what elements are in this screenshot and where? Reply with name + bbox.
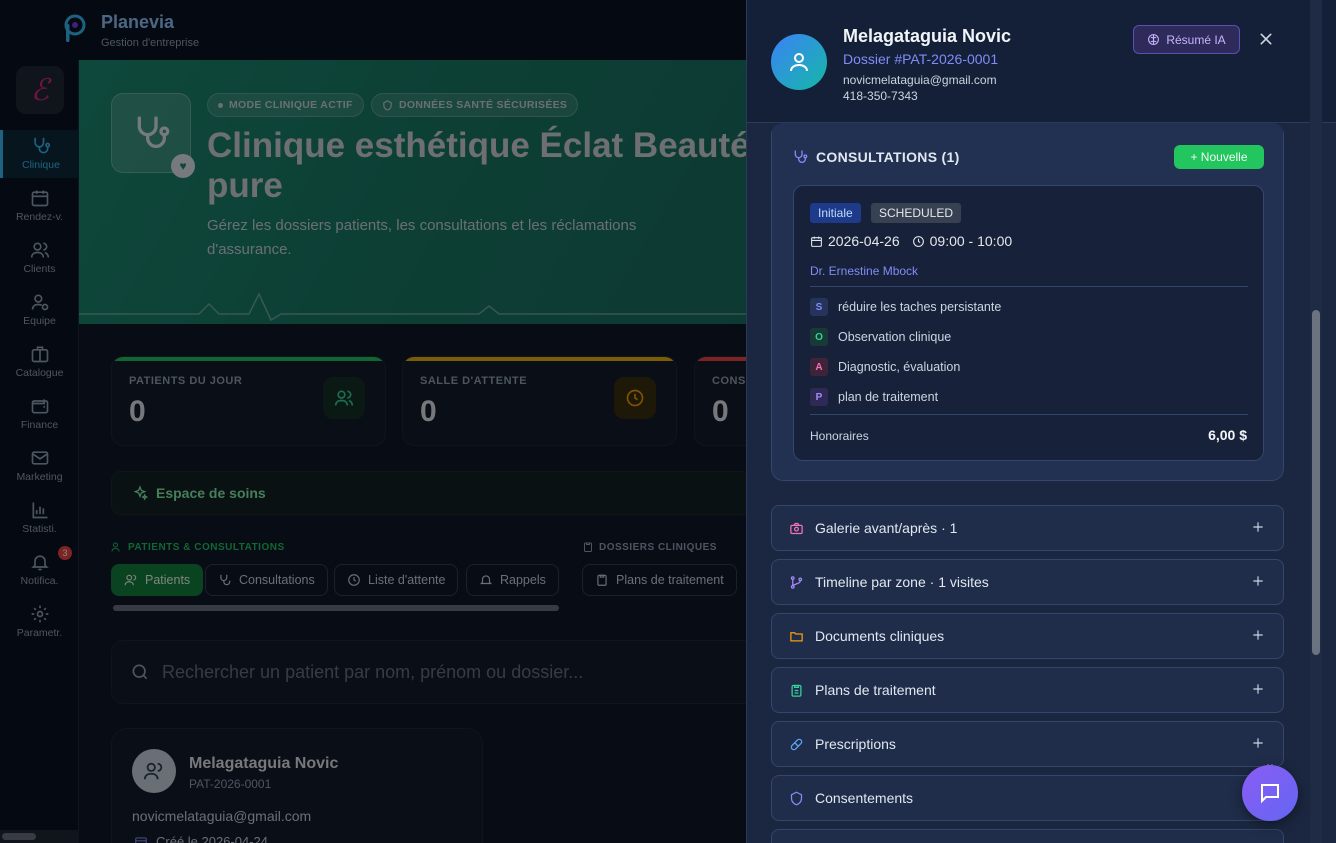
plus-icon: [1253, 738, 1263, 748]
user-icon: [790, 53, 808, 72]
git-branch-icon: [790, 575, 803, 589]
drawer-patient-phone: 418-350-7343: [843, 89, 918, 103]
soap-letter-badge: O: [810, 328, 828, 346]
soap-letter-badge: S: [810, 298, 828, 316]
drawer-header: Melagataguia Novic Dossier #PAT-2026-000…: [747, 0, 1336, 123]
drawer-patient-name: Melagataguia Novic: [843, 26, 1012, 46]
accordion-timeline[interactable]: Timeline par zone · 1 visites: [771, 559, 1284, 605]
consultation-entry[interactable]: Initiale SCHEDULED 2026-04-26 09:00 - 10…: [793, 185, 1264, 461]
shield-icon: [790, 791, 803, 805]
accordion-label: Prescriptions: [815, 736, 896, 752]
accordion-label: Galerie avant/après · 1: [815, 520, 958, 536]
accordion-next-partial[interactable]: [771, 829, 1284, 843]
folder-icon: [790, 631, 803, 641]
divider: [810, 286, 1248, 287]
fee-value: 6,00 $: [1208, 427, 1247, 443]
status-badge: SCHEDULED: [871, 203, 962, 223]
close-icon: [1260, 33, 1272, 45]
close-button[interactable]: [1255, 28, 1277, 50]
patient-drawer: Melagataguia Novic Dossier #PAT-2026-000…: [746, 0, 1336, 843]
consultation-time: 09:00 - 10:00: [929, 233, 1013, 249]
consultation-type-badge: Initiale: [810, 203, 861, 223]
accordion-treatment-plans[interactable]: Plans de traitement: [771, 667, 1284, 713]
divider: [810, 414, 1248, 415]
soap-text: Observation clinique: [838, 330, 952, 344]
drawer-patient-email: novicmelataguia@gmail.com: [843, 73, 997, 87]
chat-bubble-icon: [1261, 784, 1279, 804]
ai-summary-button[interactable]: Résumé IA: [1133, 25, 1240, 54]
plus-icon: [1253, 576, 1263, 586]
camera-icon: [790, 522, 803, 534]
new-consultation-button[interactable]: + Nouvelle: [1174, 145, 1264, 169]
consultations-title-text: CONSULTATIONS (1): [816, 149, 960, 165]
soap-letter-badge: A: [810, 358, 828, 376]
soap-text: réduire les taches persistante: [838, 300, 1002, 314]
soap-letter-badge: P: [810, 388, 828, 406]
ai-summary-label: Résumé IA: [1166, 32, 1226, 47]
stethoscope-icon: [794, 150, 808, 163]
modal-backdrop[interactable]: [0, 0, 746, 843]
consultation-date: 2026-04-26: [828, 233, 900, 249]
clock-icon: [912, 235, 924, 247]
consultations-section: CONSULTATIONS (1) + Nouvelle Initiale SC…: [771, 123, 1284, 481]
avatar: [771, 34, 827, 90]
accordion-label: Plans de traitement: [815, 682, 936, 698]
accordion-consents[interactable]: Consentements: [771, 775, 1284, 821]
consultations-title: CONSULTATIONS (1): [792, 149, 960, 165]
accordion-label: Consentements: [815, 790, 914, 806]
plus-icon: [1253, 522, 1263, 532]
accordion-gallery[interactable]: Galerie avant/après · 1: [771, 505, 1284, 551]
pill-icon: [790, 738, 803, 750]
chat-button[interactable]: [1242, 765, 1298, 821]
accordion-label: Timeline par zone · 1 visites: [815, 574, 989, 590]
accordion-label: Documents cliniques: [815, 628, 945, 644]
accordion-prescriptions[interactable]: Prescriptions: [771, 721, 1284, 767]
fee-label: Honoraires: [810, 429, 869, 443]
calendar-icon: [811, 236, 822, 247]
soap-subjective: S réduire les taches persistante: [810, 298, 1001, 316]
accordion-documents[interactable]: Documents cliniques: [771, 613, 1284, 659]
soap-assessment: A Diagnostic, évaluation: [810, 358, 960, 376]
soap-text: plan de traitement: [838, 390, 939, 404]
soap-text: Diagnostic, évaluation: [838, 360, 961, 374]
plus-icon: [1253, 630, 1263, 640]
plus-icon: [1253, 684, 1263, 694]
drawer-scrollbar-thumb[interactable]: [1312, 310, 1320, 655]
soap-plan: P plan de traitement: [810, 388, 938, 406]
drawer-dossier-number: Dossier #PAT-2026-0001: [843, 51, 999, 67]
consultation-doctor[interactable]: Dr. Ernestine Mbock: [810, 264, 918, 278]
brain-icon: [1148, 34, 1160, 45]
consultation-datetime: 2026-04-26 09:00 - 10:00: [810, 233, 1012, 249]
soap-objective: O Observation clinique: [810, 328, 951, 346]
clipboard-icon: [791, 684, 802, 697]
